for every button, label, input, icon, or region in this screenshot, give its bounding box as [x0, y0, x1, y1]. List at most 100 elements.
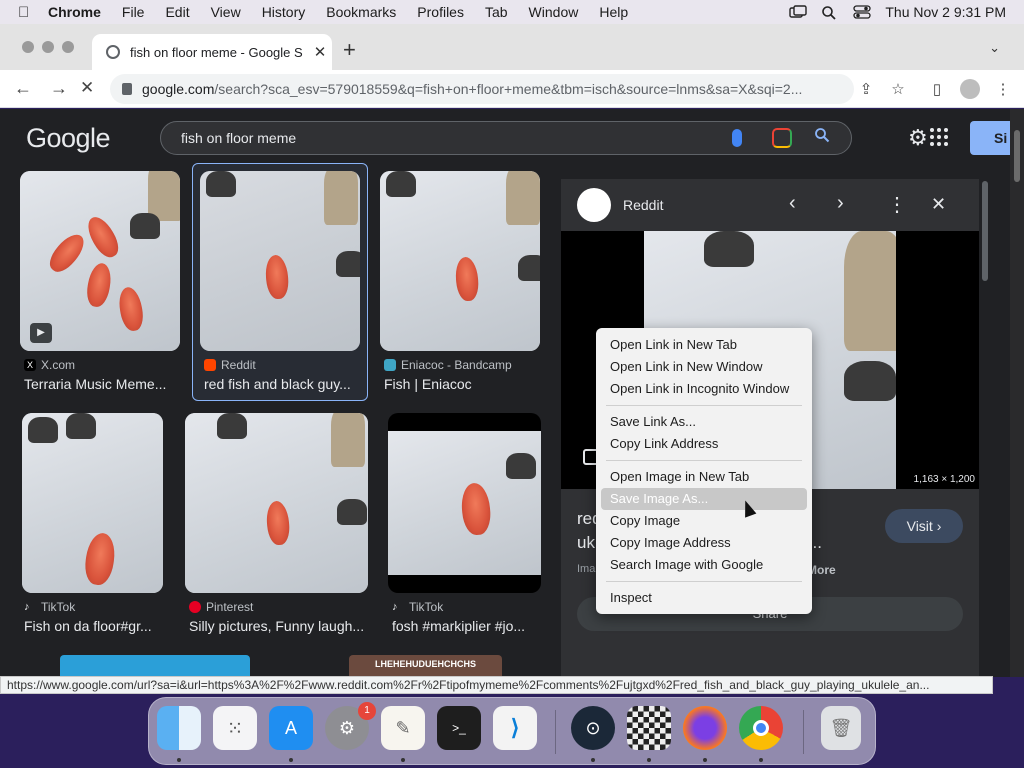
ctx-save-link-as[interactable]: Save Link As... — [601, 411, 807, 433]
trash-icon[interactable]: 🗑 — [821, 706, 861, 750]
panel-source-name[interactable]: Reddit — [623, 197, 663, 213]
ctx-open-link-new-tab[interactable]: Open Link in New Tab — [601, 334, 807, 356]
page-scrollbar-thumb[interactable] — [1014, 130, 1020, 182]
visit-button[interactable]: Visit › — [885, 509, 963, 543]
settings-gear-icon[interactable]: ⚙ — [908, 125, 928, 151]
finder-icon[interactable] — [157, 706, 201, 750]
new-tab-icon[interactable]: + — [343, 37, 356, 63]
result-caption-3[interactable]: Fish | Eniacoc — [384, 376, 534, 392]
menu-file[interactable]: File — [122, 4, 145, 20]
chrome-menu-kebab-icon[interactable]: ⋮ — [994, 80, 1012, 98]
result-source-6[interactable]: ♪ TikTok — [392, 600, 443, 614]
panel-scrollbar[interactable] — [982, 181, 988, 281]
sign-in-button[interactable]: Si — [970, 121, 1010, 155]
ctx-copy-image[interactable]: Copy Image — [601, 510, 807, 532]
ctx-inspect[interactable]: Inspect — [601, 587, 807, 609]
result-thumbnail-4[interactable] — [22, 413, 163, 593]
previous-result-chevron-icon[interactable]: ‹ — [789, 192, 796, 215]
result-thumbnail-6[interactable] — [388, 413, 541, 593]
menu-tab[interactable]: Tab — [485, 4, 508, 20]
steam-icon[interactable]: ⊙ — [571, 706, 615, 750]
result-source-label: Pinterest — [206, 600, 254, 614]
window-zoom-button[interactable] — [62, 41, 74, 53]
search-icon[interactable] — [814, 127, 830, 148]
result-source-label: Reddit — [221, 358, 256, 372]
terminal-icon[interactable]: >_ — [437, 706, 481, 750]
result-caption-2[interactable]: red fish and black guy... — [204, 376, 362, 392]
tab-title: fish on floor meme - Google S — [130, 44, 303, 60]
app-store-icon[interactable]: A — [269, 706, 313, 750]
tab-close-icon[interactable]: ✕ — [308, 43, 332, 61]
browser-toolbar: ← → ✕ google.com /search?sca_esv=5790185… — [0, 70, 1024, 108]
menu-window[interactable]: Window — [529, 4, 579, 20]
menubar-clock[interactable]: Thu Nov 2 9:31 PM — [885, 4, 1006, 20]
firefox-icon[interactable] — [683, 706, 727, 750]
bookmark-star-icon[interactable]: ☆ — [889, 80, 907, 98]
google-lens-icon[interactable] — [772, 128, 792, 148]
menu-edit[interactable]: Edit — [165, 4, 189, 20]
back-arrow-icon[interactable]: ← — [14, 78, 32, 99]
menu-bookmarks[interactable]: Bookmarks — [326, 4, 396, 20]
ctx-search-image-with-google[interactable]: Search Image with Google — [601, 554, 807, 576]
loading-favicon-icon — [106, 45, 120, 59]
images-note: Ima — [577, 563, 596, 575]
lock-icon[interactable] — [122, 83, 132, 95]
launchpad-icon[interactable]: ⁙ — [213, 706, 257, 750]
result-caption-5[interactable]: Silly pictures, Funny laugh... — [189, 618, 367, 634]
menu-help[interactable]: Help — [599, 4, 628, 20]
ctx-open-image-new-tab[interactable]: Open Image in New Tab — [601, 466, 807, 488]
browser-tab-active[interactable]: fish on floor meme - Google S ✕ — [92, 34, 332, 70]
menu-history[interactable]: History — [262, 4, 306, 20]
result-source-label: TikTok — [41, 600, 76, 614]
forward-arrow-icon[interactable]: → — [50, 78, 68, 99]
dock-separator — [803, 710, 804, 754]
result-source-4[interactable]: ♪ TikTok — [24, 600, 75, 614]
next-result-chevron-icon[interactable]: › — [837, 192, 844, 215]
tab-search-chevron-icon[interactable]: ⌄ — [989, 40, 1000, 56]
result-source-1[interactable]: X X.com — [24, 358, 75, 372]
result-thumbnail-1[interactable]: ▶ — [20, 171, 180, 351]
textedit-icon[interactable]: ✎ — [381, 706, 425, 750]
result-thumbnail-7[interactable] — [60, 655, 250, 677]
screen-mirror-icon[interactable] — [789, 5, 808, 19]
ctx-copy-image-address[interactable]: Copy Image Address — [601, 532, 807, 554]
ctx-save-image-as[interactable]: Save Image As... — [601, 488, 807, 510]
chess-icon[interactable] — [627, 706, 671, 750]
tiktok-logo-icon: ♪ — [392, 601, 398, 613]
chrome-icon[interactable] — [739, 706, 783, 750]
apple-menu-icon[interactable]:  — [18, 4, 34, 21]
window-close-button[interactable] — [22, 41, 34, 53]
result-caption-1[interactable]: Terraria Music Meme... — [24, 376, 174, 392]
result-thumbnail-2[interactable] — [200, 171, 360, 351]
menu-view[interactable]: View — [211, 4, 241, 20]
vscode-icon[interactable]: ⟩ — [493, 706, 537, 750]
result-caption-6[interactable]: fosh #markiplier #jo... — [392, 618, 538, 634]
stop-loading-icon[interactable]: ✕ — [80, 78, 94, 98]
page-scrollbar-track[interactable] — [1010, 109, 1024, 677]
close-panel-icon[interactable]: ✕ — [931, 194, 946, 215]
window-minimize-button[interactable] — [42, 41, 54, 53]
result-thumbnail-8[interactable]: LHEHEHUDUEHCHCHS — [349, 655, 502, 677]
menu-profiles[interactable]: Profiles — [417, 4, 464, 20]
google-logo[interactable]: Google — [26, 123, 111, 154]
result-caption-4[interactable]: Fish on da floor#gr... — [24, 618, 164, 634]
address-bar[interactable]: google.com /search?sca_esv=579018559&q=f… — [110, 74, 854, 104]
panel-more-kebab-icon[interactable]: ⋮ — [887, 192, 907, 217]
ctx-copy-link-address[interactable]: Copy Link Address — [601, 433, 807, 455]
control-center-icon[interactable] — [853, 5, 872, 19]
voice-search-mic-icon[interactable] — [732, 129, 742, 147]
result-source-5[interactable]: Pinterest — [189, 600, 253, 614]
search-input[interactable]: fish on floor meme — [160, 121, 852, 155]
ctx-open-link-incognito[interactable]: Open Link in Incognito Window — [601, 378, 807, 400]
result-thumbnail-5[interactable] — [185, 413, 368, 593]
spotlight-search-icon[interactable] — [821, 5, 839, 20]
menu-app-name[interactable]: Chrome — [48, 4, 101, 20]
result-source-3[interactable]: Eniacoc - Bandcamp — [384, 358, 512, 372]
result-thumbnail-3[interactable] — [380, 171, 540, 351]
google-apps-grid-icon[interactable] — [930, 128, 948, 146]
profile-avatar-icon[interactable] — [960, 79, 980, 99]
side-panel-icon[interactable]: ▯ — [928, 80, 946, 98]
ctx-open-link-new-window[interactable]: Open Link in New Window — [601, 356, 807, 378]
share-page-icon[interactable]: ⇪ — [857, 80, 875, 98]
result-source-2[interactable]: Reddit — [204, 358, 256, 372]
